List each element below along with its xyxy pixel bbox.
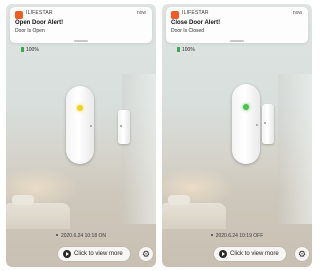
- view-more-button[interactable]: Click to view more: [58, 247, 130, 261]
- magnet-dot: [120, 125, 122, 127]
- view-more-label: Click to view more: [230, 251, 279, 257]
- door-frame: [122, 74, 156, 224]
- magnet-dot: [264, 122, 266, 124]
- event-log: 2020.6.24 10:18 ON: [6, 233, 156, 239]
- play-icon: [63, 250, 71, 258]
- play-icon: [219, 250, 227, 258]
- battery-status: 100%: [177, 47, 195, 53]
- door-sensor-body: [66, 86, 94, 164]
- sensor-dot: [90, 125, 92, 127]
- sensor-dot: [256, 124, 258, 126]
- door-sensor-magnet: [262, 104, 274, 144]
- event-text: 2020.6.24 10:18 ON: [60, 233, 107, 239]
- view-more-label: Click to view more: [74, 251, 123, 257]
- settings-button[interactable]: ⚙: [139, 247, 153, 261]
- bullet-icon: [55, 234, 58, 236]
- gear-icon: ⚙: [141, 249, 151, 259]
- door-frame: [278, 74, 312, 224]
- door-sensor-magnet: [118, 110, 130, 144]
- notification-app-name: ILIFESTAR: [182, 10, 209, 16]
- notification-time: now: [292, 10, 302, 16]
- notification-body: Door Is Closed: [171, 28, 205, 34]
- notification-banner[interactable]: ILIFESTAR now Open Door Alert! Door Is O…: [10, 7, 152, 43]
- battery-icon: [177, 47, 180, 52]
- banner-drag-handle[interactable]: [74, 40, 88, 42]
- sensor-led-indicator: [243, 104, 249, 110]
- sensor-led-indicator: [77, 105, 83, 111]
- banner-drag-handle[interactable]: [230, 40, 244, 42]
- bed-background: [162, 195, 226, 229]
- bullet-icon: [210, 234, 213, 236]
- notification-time: now: [136, 10, 146, 16]
- door-sensor-body: [232, 84, 260, 164]
- battery-label: 100%: [26, 47, 39, 53]
- battery-label: 100%: [182, 47, 195, 53]
- app-logo-icon: [171, 11, 179, 19]
- bed-background: [6, 195, 70, 229]
- notification-title: Open Door Alert!: [15, 20, 64, 26]
- phone-screen-closed: ILIFESTAR now Close Door Alert! Door Is …: [162, 4, 312, 267]
- notification-body: Door Is Open: [15, 28, 45, 34]
- battery-icon: [21, 47, 24, 52]
- battery-status: 100%: [21, 47, 39, 53]
- event-log: 2020.6.24 10:19 OFF: [162, 233, 312, 239]
- settings-button[interactable]: ⚙: [295, 247, 309, 261]
- event-text: 2020.6.24 10:19 OFF: [215, 233, 264, 239]
- app-logo-icon: [15, 11, 23, 19]
- gear-icon: ⚙: [297, 249, 307, 259]
- notification-app-name: ILIFESTAR: [26, 10, 53, 16]
- phone-screen-open: ILIFESTAR now Open Door Alert! Door Is O…: [6, 4, 156, 267]
- view-more-button[interactable]: Click to view more: [214, 247, 286, 261]
- notification-banner[interactable]: ILIFESTAR now Close Door Alert! Door Is …: [166, 7, 308, 43]
- notification-title: Close Door Alert!: [171, 20, 221, 26]
